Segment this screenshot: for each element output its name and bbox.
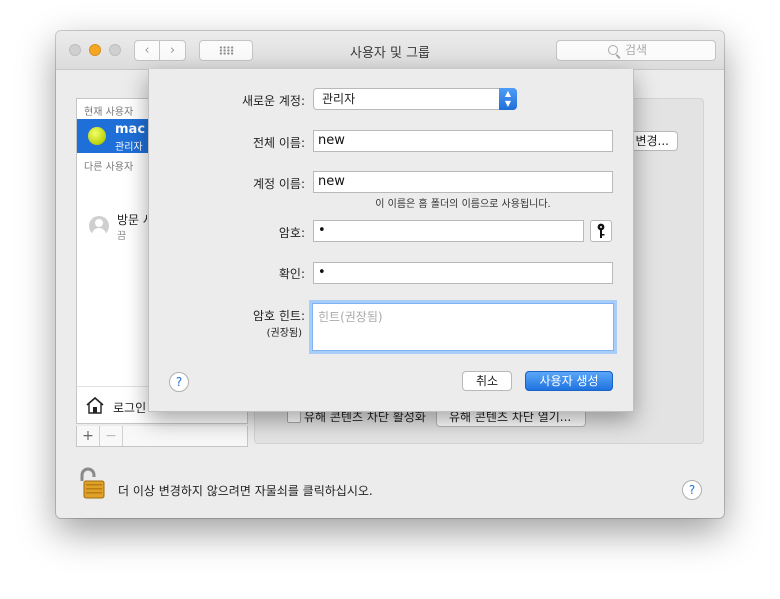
password-hint-field[interactable]: 힌트(권장됨): [312, 303, 614, 351]
new-account-sheet: 새로운 계정: 관리자 ▲ ▼ 전체 이름: new 계정 이름: new 이 이…: [148, 69, 634, 412]
hint-sublabel: (권장됨): [266, 328, 302, 339]
full-name-label: 전체 이름:: [252, 136, 305, 150]
search-icon: [608, 45, 618, 55]
verify-field[interactable]: •: [313, 262, 613, 284]
new-account-label: 새로운 계정:: [241, 94, 305, 108]
preferences-window: ‹ › 사용자 및 그룹 검색 현재 사용자 mac 관리자 다른 사용자 방문…: [56, 31, 724, 518]
add-user-button[interactable]: +: [77, 426, 100, 446]
forward-button[interactable]: ›: [160, 40, 186, 61]
back-button[interactable]: ‹: [134, 40, 160, 61]
user-name: mac: [115, 122, 146, 137]
lock-message: 더 이상 변경하지 않으려면 자물쇠를 클릭하십시오.: [118, 484, 373, 498]
zoom-button[interactable]: [109, 44, 121, 56]
user-role: 관리자: [115, 142, 143, 153]
other-users-label: 다른 사용자: [84, 162, 134, 173]
guest-avatar-icon[interactable]: [89, 216, 109, 236]
guest-user-status: 끔: [117, 231, 127, 242]
remove-user-button[interactable]: −: [100, 426, 123, 446]
account-name-note: 이 이름은 홈 폴더의 이름으로 사용됩니다.: [375, 199, 551, 210]
search-field[interactable]: 검색: [556, 40, 716, 61]
key-icon: [597, 223, 605, 238]
password-label: 암호:: [278, 226, 305, 240]
window-title: 사용자 및 그룹: [349, 46, 431, 61]
user-avatar: [88, 127, 106, 145]
account-name-label: 계정 이름:: [252, 177, 305, 191]
grid-icon: [219, 46, 234, 55]
account-name-field[interactable]: new: [313, 171, 613, 193]
lock-icon[interactable]: [78, 467, 106, 499]
search-placeholder: 검색: [625, 43, 648, 57]
verify-label: 확인:: [278, 267, 305, 281]
current-users-label: 현재 사용자: [84, 107, 134, 118]
minimize-button[interactable]: [89, 44, 101, 56]
password-field[interactable]: •: [313, 220, 584, 242]
login-options-label: 로그인: [113, 401, 147, 415]
cancel-button[interactable]: 취소: [462, 371, 512, 391]
list-controls: + −: [76, 426, 248, 447]
create-user-button[interactable]: 사용자 생성: [525, 371, 613, 391]
close-button[interactable]: [69, 44, 81, 56]
popup-arrows-icon: ▲ ▼: [499, 88, 517, 110]
full-name-field[interactable]: new: [313, 130, 613, 152]
house-icon: [86, 396, 104, 414]
title-bar: ‹ › 사용자 및 그룹 검색: [56, 31, 724, 70]
show-all-button[interactable]: [199, 40, 253, 61]
sheet-help-button[interactable]: ?: [169, 372, 189, 392]
guest-user-name[interactable]: 방문 사: [117, 211, 147, 228]
help-button[interactable]: ?: [682, 480, 702, 500]
password-assistant-button[interactable]: [590, 220, 612, 242]
hint-label: 암호 힌트:: [252, 309, 305, 323]
account-type-value: 관리자: [322, 92, 356, 106]
account-type-popup[interactable]: 관리자 ▲ ▼: [313, 88, 517, 110]
